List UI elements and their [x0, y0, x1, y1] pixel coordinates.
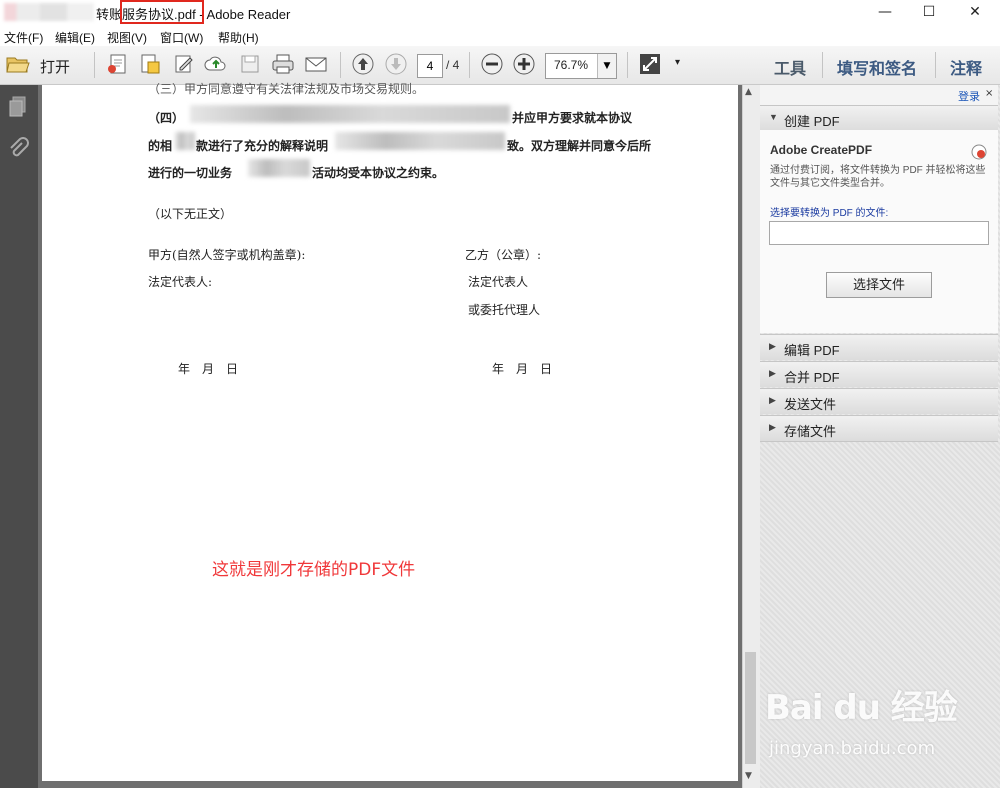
send-files-section[interactable]: ▶ 发送文件 — [760, 388, 998, 414]
send-files-label: 发送文件 — [784, 397, 837, 412]
createpdf-description: 通过付费订阅，将文件转换为 PDF 并轻松将这些文件与其它文件类型合并。 — [770, 165, 986, 189]
combine-files-icon[interactable] — [138, 52, 162, 76]
watermark-url: jingyan.baidu.com — [769, 738, 936, 759]
pdf-page — [42, 85, 738, 781]
toolbar-separator — [935, 52, 936, 78]
combine-pdf-label: 合并 PDF — [784, 370, 840, 385]
cloud-upload-icon[interactable] — [204, 52, 228, 76]
select-file-button[interactable]: 选择文件 — [826, 272, 932, 298]
party-b-representative-label: 法定代表人 — [468, 275, 529, 289]
maximize-button[interactable]: ☐ — [906, 0, 952, 26]
store-files-label: 存储文件 — [784, 424, 837, 439]
party-a-signature-label: 甲方(自然人签字或机构盖章): — [148, 248, 306, 262]
comment-button[interactable]: 注释 — [950, 55, 982, 79]
toolbar-separator — [627, 52, 628, 78]
folder-open-icon[interactable] — [6, 52, 30, 76]
toolbar-options-icon[interactable]: ▾ — [675, 57, 680, 68]
red-annotation-text: 这就是刚才存储的PDF文件 — [212, 560, 416, 580]
toolbar-separator — [340, 52, 341, 78]
zoom-out-icon[interactable] — [480, 52, 504, 76]
scrollbar-thumb[interactable] — [745, 652, 756, 764]
file-path-input[interactable] — [769, 221, 989, 245]
doc-line-2-start: （四） — [148, 111, 185, 125]
createpdf-title: Adobe CreatePDF — [770, 143, 873, 157]
blurred-title-prefix — [4, 3, 94, 21]
doc-line-1: （三）甲方同意遵守有关法律法规及市场交易规则。 — [148, 82, 425, 96]
left-navigation-pane — [0, 85, 38, 788]
menu-bar: 文件(F) 编辑(E) 视图(V) 窗口(W) 帮助(H) — [0, 26, 1000, 46]
redacted-text — [175, 132, 195, 150]
doc-line-3-end: 致。双方理解并同意今后所 — [507, 139, 652, 153]
doc-line-3-mid: 款进行了充分的解释说明 — [196, 139, 329, 153]
store-files-section[interactable]: ▶ 存储文件 — [760, 415, 998, 442]
toolbar-separator — [94, 52, 95, 78]
filename-highlight-box — [120, 0, 204, 24]
login-link[interactable]: 登录 — [958, 88, 980, 104]
page-thumbnails-icon[interactable] — [6, 95, 30, 119]
fit-page-icon[interactable] — [638, 52, 662, 76]
watermark-logo-text: Bai du 经验 — [765, 688, 958, 728]
scroll-up-icon[interactable]: ▲ — [745, 87, 752, 97]
close-button[interactable]: ✕ — [952, 0, 998, 26]
createpdf-logo-icon — [971, 144, 987, 160]
create-pdf-header[interactable]: ▼ 创建 PDF — [760, 105, 998, 131]
toolbar-separator — [469, 52, 470, 78]
save-icon[interactable] — [238, 52, 262, 76]
doc-line-4-end: 活动均受本协议之约束。 — [312, 166, 445, 180]
page-number-input[interactable]: 4 — [417, 54, 443, 78]
chevron-right-icon: ▶ — [769, 395, 776, 405]
next-page-icon[interactable] — [384, 52, 408, 76]
chevron-down-icon: ▼ — [769, 112, 778, 122]
edit-pdf-label: 编辑 PDF — [784, 343, 840, 358]
zoom-in-icon[interactable] — [512, 52, 536, 76]
create-pdf-label: 创建 PDF — [784, 114, 840, 129]
chevron-down-icon[interactable]: ▼ — [597, 54, 616, 78]
file-pick-label: 选择要转换为 PDF 的文件: — [770, 208, 889, 219]
menu-window[interactable]: 窗口(W) — [160, 29, 203, 46]
email-icon[interactable] — [304, 52, 328, 76]
page-total-label: / 4 — [446, 58, 460, 72]
chevron-right-icon: ▶ — [769, 341, 776, 351]
sign-document-icon[interactable] — [172, 52, 196, 76]
party-b-agent-label: 或委托代理人 — [468, 303, 541, 317]
tools-button[interactable]: 工具 — [774, 55, 806, 79]
edit-pdf-section[interactable]: ▶ 编辑 PDF — [760, 334, 998, 360]
minimize-button[interactable]: — — [862, 0, 908, 26]
chevron-right-icon: ▶ — [769, 368, 776, 378]
toolbar-separator — [822, 52, 823, 78]
chevron-right-icon: ▶ — [769, 422, 776, 432]
party-b-date: 年 月 日 — [492, 362, 553, 376]
fill-sign-button[interactable]: 填写和签名 — [837, 55, 917, 79]
party-a-date: 年 月 日 — [178, 362, 239, 376]
menu-view[interactable]: 视图(V) — [107, 29, 147, 46]
doc-line-2-end: 并应甲方要求就本协议 — [512, 111, 633, 125]
redacted-text — [190, 105, 510, 123]
create-pdf-icon[interactable] — [106, 52, 130, 76]
redacted-text — [248, 159, 310, 177]
no-more-body-text: （以下无正文） — [148, 207, 233, 221]
zoom-value: 76.7% — [554, 58, 589, 72]
menu-file[interactable]: 文件(F) — [4, 29, 43, 46]
combine-pdf-section[interactable]: ▶ 合并 PDF — [760, 361, 998, 387]
title-bar: 转账服务协议.pdf - Adobe Reader — ☐ ✕ — [0, 0, 1000, 26]
menu-help[interactable]: 帮助(H) — [218, 29, 259, 46]
previous-page-icon[interactable] — [351, 52, 375, 76]
open-button[interactable]: 打开 — [40, 56, 70, 77]
doc-line-3-start: 的相 — [148, 139, 173, 153]
party-b-seal-label: 乙方（公章）: — [465, 248, 542, 262]
attachment-icon[interactable] — [6, 137, 30, 161]
scroll-down-icon[interactable]: ▼ — [745, 771, 752, 781]
party-a-representative-label: 法定代表人: — [148, 275, 213, 289]
print-icon[interactable] — [271, 52, 295, 76]
zoom-select[interactable]: 76.7% ▼ — [545, 53, 617, 79]
menu-edit[interactable]: 编辑(E) — [55, 29, 95, 46]
close-pane-icon[interactable]: × — [985, 88, 993, 99]
redacted-text — [335, 132, 505, 150]
doc-line-4-start: 进行的一切业务 — [148, 166, 233, 180]
